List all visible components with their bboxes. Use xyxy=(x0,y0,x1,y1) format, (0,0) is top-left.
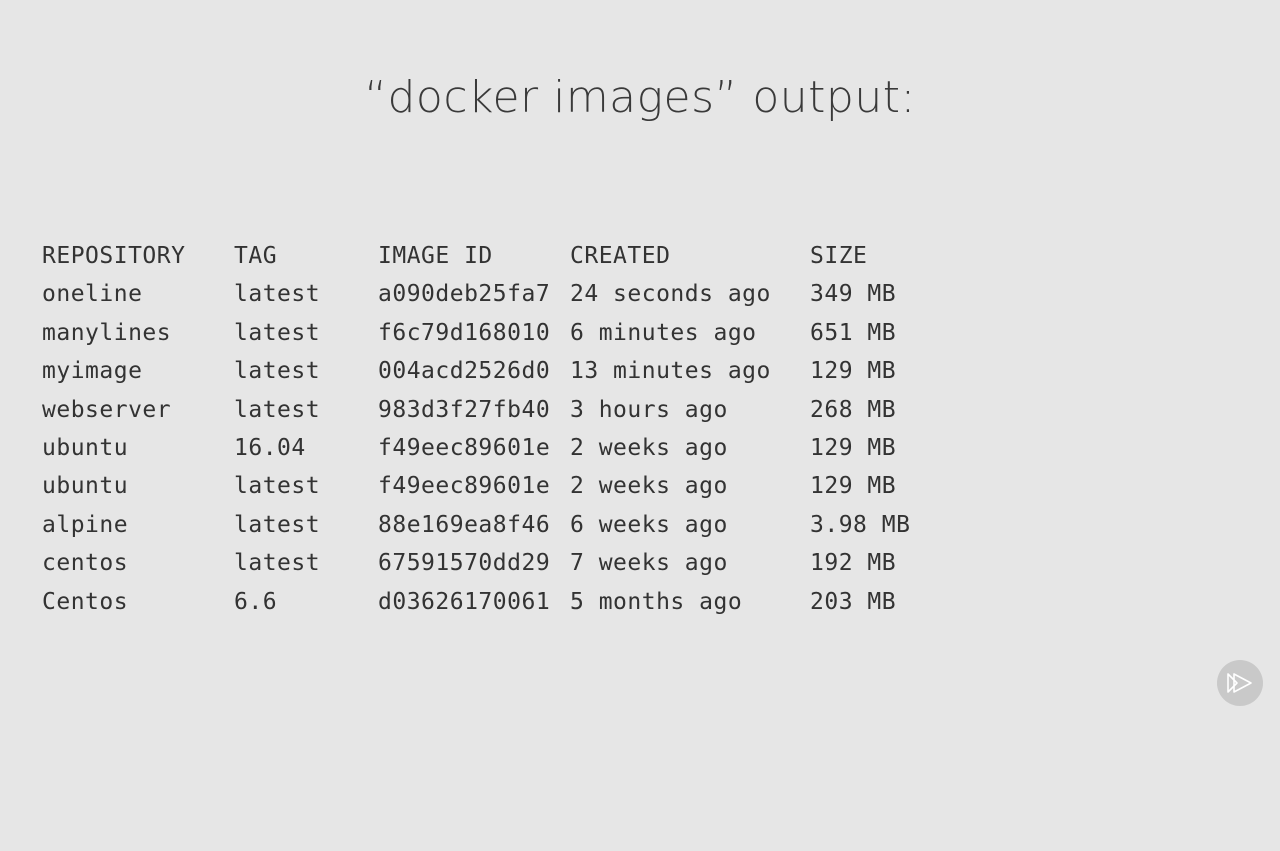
cell-image-id: d03626170061 xyxy=(378,588,551,615)
cell-image-id: a090deb25fa7 xyxy=(378,281,551,308)
cell-repository: myimage xyxy=(42,358,143,385)
brand-badge xyxy=(1217,660,1263,706)
cell-repository: centos xyxy=(42,550,129,577)
table-row: myimage latest 004acd2526d0 13 minutes a… xyxy=(42,352,896,390)
play-logo-icon xyxy=(1227,673,1252,693)
table-row: ubuntu 16.04 f49eec89601e 2 weeks ago 12… xyxy=(42,429,896,467)
cell-created: 13 minutes ago xyxy=(570,358,771,385)
cell-image-id: f49eec89601e xyxy=(378,473,551,500)
cell-image-id: f6c79d168010 xyxy=(378,319,551,346)
cell-created: 5 months ago xyxy=(570,588,743,615)
cell-created: 24 seconds ago xyxy=(570,281,771,308)
cell-tag: latest xyxy=(234,281,321,308)
table-row: alpine latest 88e169ea8f46 6 weeks ago 3… xyxy=(42,506,910,544)
table-row: oneline latest a090deb25fa7 24 seconds a… xyxy=(42,275,896,313)
cell-tag: 6.6 xyxy=(234,588,278,615)
table-row: Centos 6.6 d03626170061 5 months ago 203… xyxy=(42,583,896,621)
cell-repository: Centos xyxy=(42,588,129,615)
cell-size: 651 MB xyxy=(810,319,897,346)
header-tag: TAG xyxy=(234,243,278,269)
cell-repository: alpine xyxy=(42,511,129,538)
cell-size: 129 MB xyxy=(810,434,897,461)
cell-tag: latest xyxy=(234,319,321,346)
table-row: centos latest 67591570dd29 7 weeks ago 1… xyxy=(42,544,896,582)
header-repository: REPOSITORY xyxy=(42,243,186,269)
cell-tag: latest xyxy=(234,473,321,500)
cell-tag: latest xyxy=(234,358,321,385)
header-image-id: IMAGE ID xyxy=(378,243,493,269)
cell-repository: manylines xyxy=(42,319,172,346)
header-size: SIZE xyxy=(810,243,868,269)
cell-image-id: f49eec89601e xyxy=(378,434,551,461)
table-row: manylines latest f6c79d168010 6 minutes … xyxy=(42,314,896,352)
cell-created: 7 weeks ago xyxy=(570,550,728,577)
cell-image-id: 004acd2526d0 xyxy=(378,358,551,385)
table-row: ubuntu latest f49eec89601e 2 weeks ago 1… xyxy=(42,467,896,505)
cell-tag: latest xyxy=(234,396,321,423)
header-created: CREATED xyxy=(570,243,671,269)
cell-repository: oneline xyxy=(42,281,143,308)
slide-title: “docker images” output: xyxy=(364,72,916,123)
cell-image-id: 983d3f27fb40 xyxy=(378,396,551,423)
cell-size: 192 MB xyxy=(810,550,897,577)
cell-size: 203 MB xyxy=(810,588,897,615)
cell-repository: ubuntu xyxy=(42,473,129,500)
cell-created: 6 minutes ago xyxy=(570,319,757,346)
cell-tag: 16.04 xyxy=(234,434,306,461)
cell-created: 2 weeks ago xyxy=(570,473,728,500)
cell-size: 129 MB xyxy=(810,473,897,500)
cell-size: 3.98 MB xyxy=(810,511,911,538)
docker-images-output: REPOSITORY TAG IMAGE ID CREATED SIZE one… xyxy=(42,237,910,621)
cell-tag: latest xyxy=(234,550,321,577)
cell-size: 129 MB xyxy=(810,358,897,385)
cell-image-id: 67591570dd29 xyxy=(378,550,551,577)
cell-repository: ubuntu xyxy=(42,434,129,461)
cell-tag: latest xyxy=(234,511,321,538)
table-row: webserver latest 983d3f27fb40 3 hours ag… xyxy=(42,391,896,429)
table-header-row: REPOSITORY TAG IMAGE ID CREATED SIZE xyxy=(42,237,867,275)
cell-image-id: 88e169ea8f46 xyxy=(378,511,551,538)
cell-size: 349 MB xyxy=(810,281,897,308)
cell-created: 2 weeks ago xyxy=(570,434,728,461)
cell-size: 268 MB xyxy=(810,396,897,423)
cell-created: 6 weeks ago xyxy=(570,511,728,538)
cell-created: 3 hours ago xyxy=(570,396,728,423)
cell-repository: webserver xyxy=(42,396,172,423)
